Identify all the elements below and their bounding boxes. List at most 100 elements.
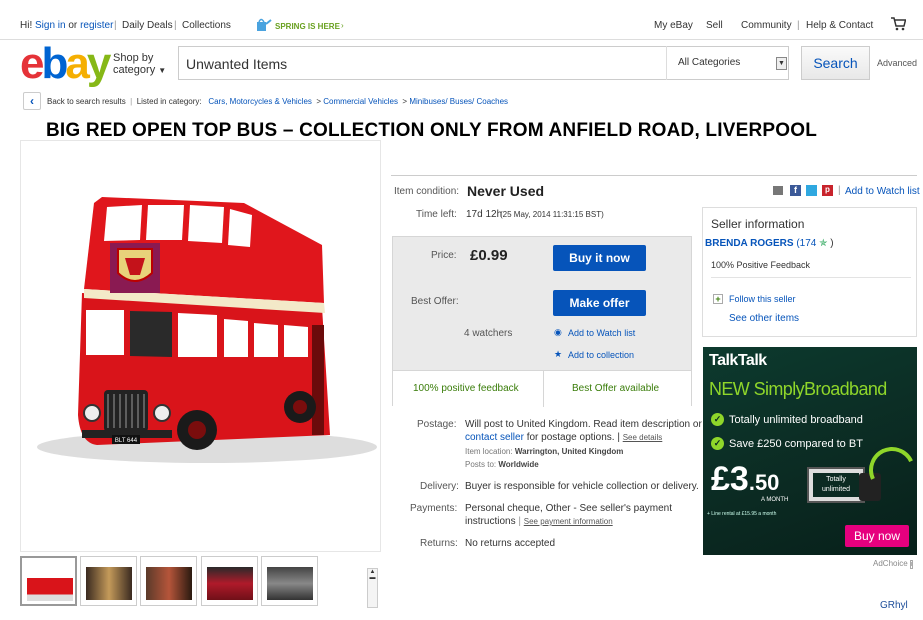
- ad-bullet-1: Totally unlimited broadband: [729, 414, 863, 426]
- postage-text-2: for postage options. |: [526, 432, 620, 443]
- thumbnail[interactable]: [261, 556, 318, 606]
- category-select[interactable]: All Categories ▼: [666, 46, 789, 80]
- ad-buy-now-button[interactable]: Buy now: [845, 525, 909, 547]
- shop-by-label: Shop by: [113, 52, 154, 64]
- contact-seller-link[interactable]: contact seller: [465, 432, 524, 443]
- category-select-value: All Categories: [678, 57, 741, 68]
- plus-icon[interactable]: +: [713, 294, 723, 304]
- thumbnail-strip: [20, 556, 380, 608]
- logo-letter: b: [41, 39, 68, 88]
- advanced-search-link[interactable]: Advanced: [877, 58, 917, 68]
- breadcrumb-cars[interactable]: Cars, Motorcycles & Vehicles: [208, 97, 312, 106]
- facebook-share-icon[interactable]: f: [790, 185, 801, 196]
- time-left-label: Time left:: [416, 209, 457, 220]
- divider: [391, 175, 917, 176]
- back-arrow-icon[interactable]: ‹: [23, 92, 41, 110]
- top-bar: Hi! Sign in or register | Daily Deals | …: [0, 0, 923, 40]
- thumbnail[interactable]: [80, 556, 137, 606]
- add-to-watchlist-top-link[interactable]: Add to Watch list: [845, 186, 920, 197]
- adchoice-icon: i: [909, 560, 914, 569]
- talktalk-ad[interactable]: TalkTalk NEW SimplyBroadband ✓ Totally u…: [703, 347, 917, 555]
- community-link[interactable]: Community: [741, 20, 792, 31]
- breadcrumb-buses[interactable]: Minibuses/ Buses/ Coaches: [409, 97, 508, 106]
- thumbnail[interactable]: [140, 556, 197, 606]
- help-contact-link[interactable]: Help & Contact: [806, 20, 873, 31]
- bus-image[interactable]: BLT 644: [12, 185, 382, 470]
- or-text: or: [68, 20, 78, 31]
- ad-box-text-1: Totally: [826, 476, 846, 483]
- seller-info-heading: Seller information: [711, 217, 805, 231]
- best-offer-available-text: Best Offer available: [572, 383, 660, 394]
- buy-it-now-button[interactable]: Buy it now: [553, 245, 646, 271]
- returns-label: Returns:: [420, 538, 458, 549]
- ad-price-pence: .50: [748, 470, 780, 495]
- follow-seller-link[interactable]: Follow this seller: [729, 294, 796, 304]
- divider: |: [838, 185, 841, 196]
- item-location-label: Item location:: [465, 447, 513, 456]
- star-icon: ✯: [819, 238, 828, 249]
- star-icon: ★: [554, 349, 563, 359]
- seller-info-box: Seller information BRENDA ROGERS (174 ✯ …: [702, 207, 917, 337]
- ebay-logo[interactable]: ebay: [20, 39, 111, 88]
- watchers-count: 4 watchers: [464, 328, 513, 339]
- returns-text: No returns accepted: [465, 538, 556, 549]
- delivery-label: Delivery:: [420, 481, 459, 492]
- price-value: £0.99: [470, 247, 508, 264]
- item-location: Warrington, United Kingdom: [514, 447, 624, 456]
- chevron-right-icon: ›: [341, 21, 344, 30]
- seller-feedback-percent: 100% Positive Feedback: [711, 260, 811, 270]
- eye-icon: ◉: [554, 327, 562, 337]
- see-payment-link[interactable]: See payment information: [524, 517, 613, 526]
- watering-can-icon: [254, 16, 272, 34]
- back-to-results-link[interactable]: Back to search results: [47, 97, 126, 106]
- add-to-watchlist-link[interactable]: Add to Watch list: [568, 328, 635, 338]
- my-ebay-link[interactable]: My eBay: [654, 20, 693, 31]
- register-link[interactable]: register: [80, 20, 113, 31]
- see-other-items-link[interactable]: See other items: [729, 313, 799, 324]
- feedback-row: 100% positive feedback Best Offer availa…: [393, 370, 691, 407]
- payments-label: Payments:: [410, 503, 458, 514]
- logo-letter: a: [65, 39, 90, 88]
- cart-icon[interactable]: [890, 17, 907, 31]
- ad-note: + Line rental at £15.95 a month: [707, 511, 777, 517]
- score-close: ): [830, 238, 834, 249]
- shop-by-category-button[interactable]: Shop by category ▼: [113, 52, 166, 77]
- sell-link[interactable]: Sell: [706, 20, 723, 31]
- price-label: Price:: [431, 250, 457, 261]
- ad-bullet-2: Save £250 compared to BT: [729, 438, 863, 450]
- see-details-link[interactable]: See details: [623, 433, 663, 442]
- thumbnail[interactable]: [20, 556, 77, 606]
- logo-letter: e: [20, 39, 45, 88]
- seller-name-link[interactable]: BRENDA ROGERS: [705, 238, 794, 249]
- email-share-icon[interactable]: [773, 186, 783, 195]
- breadcrumb: Back to search results | Listed in categ…: [47, 97, 509, 106]
- dropdown-arrow-icon: ▼: [776, 57, 787, 70]
- condition-label: Item condition:: [394, 186, 460, 197]
- listing-title: BIG RED OPEN TOP BUS – COLLECTION ONLY F…: [46, 120, 818, 141]
- payments-text-2: instructions: [465, 516, 516, 527]
- twitter-share-icon[interactable]: [806, 185, 817, 196]
- check-icon: ✓: [711, 437, 724, 450]
- daily-deals-link[interactable]: Daily Deals: [122, 20, 173, 31]
- pinterest-share-icon[interactable]: p: [822, 185, 833, 196]
- search-button[interactable]: Search: [801, 46, 870, 80]
- breadcrumb-commercial[interactable]: Commercial Vehicles: [323, 97, 398, 106]
- delivery-text: Buyer is responsible for vehicle collect…: [465, 481, 699, 492]
- bus-plate-text: BLT 644: [115, 438, 138, 444]
- feedback-score-link[interactable]: (174: [796, 238, 816, 249]
- sign-in-link[interactable]: Sign in: [35, 20, 66, 31]
- postage-text: Will post to United Kingdom. Read item d…: [465, 419, 702, 430]
- spring-promo-link[interactable]: SPRING IS HERE: [275, 22, 340, 31]
- divider: |: [174, 20, 177, 31]
- adchoice-link[interactable]: AdChoice i: [873, 559, 914, 569]
- condition-value: Never Used: [467, 183, 545, 199]
- collections-link[interactable]: Collections: [182, 20, 231, 31]
- laptop-image: Totally unlimited: [807, 467, 865, 503]
- add-to-collection-link[interactable]: Add to collection: [568, 350, 634, 360]
- make-offer-button[interactable]: Make offer: [553, 290, 646, 316]
- divider: [543, 371, 544, 407]
- category-label: category: [113, 64, 156, 76]
- check-icon: ✓: [711, 413, 724, 426]
- thumbnail[interactable]: [201, 556, 258, 606]
- thumbnail-scrollbar[interactable]: ▲ ▬: [367, 568, 378, 608]
